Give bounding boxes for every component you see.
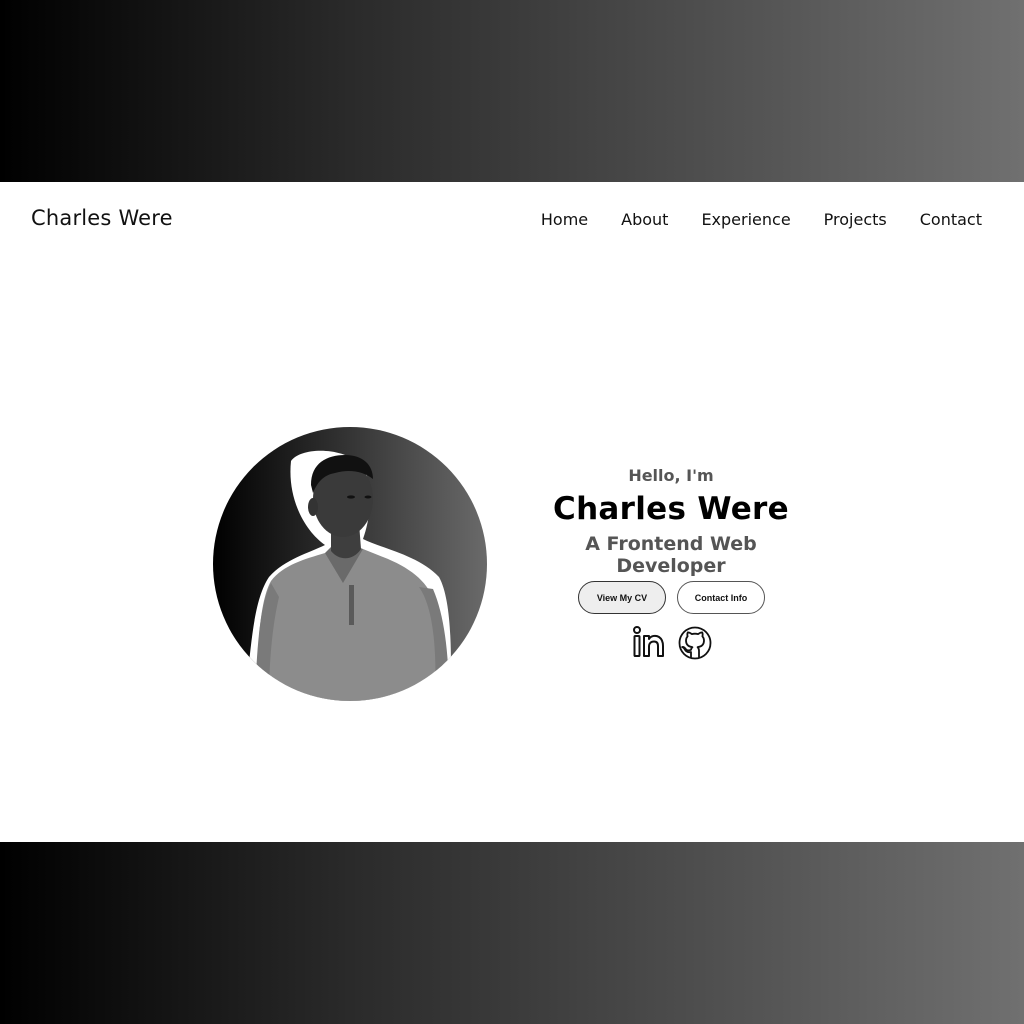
hero-buttons: View My CV Contact Info bbox=[578, 581, 765, 614]
social-links bbox=[632, 625, 713, 661]
hero-greeting: Hello, I'm bbox=[628, 466, 714, 485]
linkedin-icon[interactable] bbox=[632, 625, 668, 661]
main-nav: Home About Experience Projects Contact bbox=[541, 210, 982, 229]
nav-experience[interactable]: Experience bbox=[701, 210, 790, 229]
view-cv-button[interactable]: View My CV bbox=[578, 581, 666, 614]
contact-info-button[interactable]: Contact Info bbox=[677, 581, 765, 614]
hero-role: A Frontend Web Developer bbox=[585, 533, 757, 577]
profile-picture bbox=[213, 427, 487, 701]
nav-contact[interactable]: Contact bbox=[920, 210, 982, 229]
top-gradient-band bbox=[0, 0, 1024, 182]
hero-name: Charles Were bbox=[553, 491, 789, 527]
nav-projects[interactable]: Projects bbox=[824, 210, 887, 229]
hero-text: Hello, I'm Charles Were A Frontend Web D… bbox=[540, 466, 802, 577]
nav-home[interactable]: Home bbox=[541, 210, 588, 229]
profile-portrait-illustration bbox=[243, 450, 451, 701]
bottom-gradient-band bbox=[0, 842, 1024, 1024]
site-logo[interactable]: Charles Were bbox=[31, 206, 173, 230]
github-icon[interactable] bbox=[677, 625, 713, 661]
portfolio-page: Charles Were Home About Experience Proje… bbox=[0, 182, 1024, 842]
nav-about[interactable]: About bbox=[621, 210, 668, 229]
